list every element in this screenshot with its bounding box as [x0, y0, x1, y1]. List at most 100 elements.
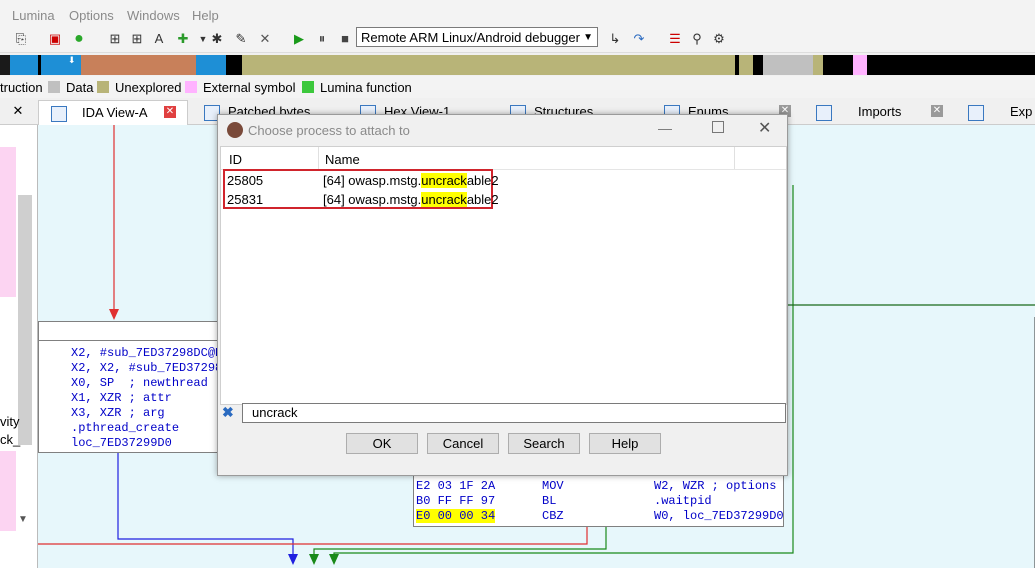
legend-swatch-unexplored [97, 81, 109, 93]
ok-button[interactable]: OK [346, 433, 418, 454]
code-icon[interactable]: ⊞ [106, 30, 124, 48]
tab-label: Imports [858, 104, 902, 119]
process-id: 25805 [227, 173, 264, 188]
legend-label-unexplored: Unexplored [115, 80, 182, 95]
position-indicator-icon: ⬇ [68, 55, 76, 65]
menu-lumina[interactable]: Lumina [12, 8, 55, 23]
filter-input[interactable]: uncrack [242, 403, 786, 423]
maximize-icon[interactable] [712, 121, 724, 133]
attach-icon[interactable]: ⎘ [12, 30, 30, 48]
cancel-button[interactable]: Cancel [427, 433, 499, 454]
dialog-title: Choose process to attach to [248, 123, 410, 138]
debugger-select[interactable]: Remote ARM Linux/Android debugger ▼ [356, 27, 598, 47]
code-operands: W0, loc_7ED37299D0 [654, 509, 784, 523]
process-name-match: uncrack [421, 192, 467, 207]
legend-label-lumina-function: Lumina function [320, 80, 412, 95]
legend-swatch-external-symbol [185, 81, 197, 93]
code-line: X2, X2, #sub_7ED37298 [71, 361, 222, 375]
step-over-icon[interactable]: ↷ [630, 30, 648, 48]
process-name-prefix: [64] owasp.mstg. [323, 192, 422, 207]
start-process-icon[interactable]: ▶ [290, 30, 308, 48]
list-header: ID Name [221, 147, 786, 170]
terminate-icon[interactable]: ■ [336, 30, 354, 48]
process-name: [64] owasp.mstg.uncrackable2 [323, 173, 499, 188]
close-icon[interactable]: ✕ [164, 106, 176, 118]
panel-close-icon[interactable]: ✕ [12, 104, 24, 117]
sidebar-text: ck_ [0, 432, 21, 447]
legend-swatch-data [48, 81, 60, 93]
filter-value: uncrack [252, 405, 298, 420]
code-line: X1, XZR ; attr [71, 391, 172, 405]
string-icon[interactable]: A [150, 30, 168, 48]
navigation-band[interactable]: ⬇ [0, 55, 1035, 75]
debugger-select-value: Remote ARM Linux/Android debugger [361, 30, 580, 45]
green-circle-icon[interactable]: ● [70, 30, 88, 48]
sidebar-highlight [0, 451, 16, 531]
tab-label: IDA View-A [82, 105, 148, 120]
code-line: X3, XZR ; arg [71, 406, 165, 420]
tracing-icon[interactable]: ⚲ [688, 30, 706, 48]
process-name-match: uncrack [421, 173, 467, 188]
code-mnemonic: BL [542, 494, 557, 508]
imports-icon [816, 104, 832, 121]
search-button[interactable]: Search [508, 433, 580, 454]
data-icon[interactable]: ⊞ [128, 30, 146, 48]
functions-sidebar: vity ck_ ▼ [0, 125, 38, 568]
legend-label-data: Data [66, 80, 94, 95]
process-name-prefix: [64] owasp.mstg. [323, 173, 422, 188]
code-bytes-highlighted: E0 00 00 34 [416, 509, 496, 523]
code-bytes: E2 03 1F 2A [416, 479, 496, 493]
column-header-name[interactable]: Name [325, 152, 360, 167]
legend-swatch-lumina-function [302, 81, 314, 93]
process-list[interactable]: ID Name 25805 [64] owasp.mstg.uncrackabl… [220, 146, 787, 405]
legend-label-instruction: truction [0, 80, 43, 95]
sidebar-scrollbar[interactable] [18, 195, 32, 445]
step-into-icon[interactable]: ↳ [606, 30, 624, 48]
legend: truction Data Unexplored External symbol… [0, 76, 1035, 98]
process-name: [64] owasp.mstg.uncrackable2 [323, 192, 499, 207]
code-operands: .waitpid [654, 494, 712, 508]
code-operands: W2, WZR ; options [654, 479, 777, 493]
process-id: 25831 [227, 192, 264, 207]
close-icon[interactable]: ✕ [931, 105, 943, 117]
process-name-suffix: able2 [466, 192, 499, 207]
menu-windows[interactable]: Windows [127, 8, 180, 23]
tab-ida-view-a[interactable]: IDA View-A ✕ [38, 100, 188, 125]
sidebar-highlight [0, 147, 16, 297]
menu-bar: Lumina Options Windows Help [0, 0, 1035, 30]
breakpoint-list-icon[interactable]: ☰ [666, 30, 684, 48]
pause-icon[interactable]: ⏸ [313, 30, 331, 48]
add-icon[interactable]: ✚ [174, 30, 192, 48]
close-icon[interactable]: ✕ [758, 118, 771, 138]
close-icon[interactable]: ✕ [256, 30, 274, 48]
scroll-down-icon[interactable]: ▼ [18, 514, 28, 525]
menu-help[interactable]: Help [192, 8, 219, 23]
legend-label-external-symbol: External symbol [203, 80, 296, 95]
ida-logo-icon [227, 122, 243, 138]
tab-label: Exp [1010, 104, 1033, 119]
code-line: X2, #sub_7ED37298DC@P [71, 346, 222, 360]
plugin-icon[interactable]: ✱ [208, 30, 226, 48]
sidebar-text: vity [0, 414, 20, 429]
code-block-header [39, 322, 221, 341]
tab-exports[interactable]: Exp [968, 100, 1032, 124]
minimize-icon[interactable]: — [658, 120, 672, 136]
list-item[interactable]: 25805 [64] owasp.mstg.uncrackable2 [227, 173, 499, 188]
trace-settings-icon[interactable]: ⚙ [710, 30, 728, 48]
code-mnemonic: MOV [542, 479, 564, 493]
stop-trace-icon[interactable]: ▣ [46, 30, 64, 48]
edit-icon[interactable]: ✎ [232, 30, 250, 48]
clear-filter-icon[interactable]: ✖ [222, 404, 234, 421]
tab-imports[interactable]: Imports [816, 100, 901, 124]
column-divider[interactable] [318, 147, 319, 169]
list-item[interactable]: 25831 [64] owasp.mstg.uncrackable2 [227, 192, 499, 207]
column-divider[interactable] [734, 147, 735, 169]
menu-options[interactable]: Options [69, 8, 114, 23]
code-block-left[interactable]: X2, #sub_7ED37298DC@P X2, X2, #sub_7ED37… [38, 321, 222, 453]
code-line: .pthread_create [71, 421, 180, 435]
column-header-id[interactable]: ID [229, 152, 242, 167]
code-mnemonic: CBZ [542, 509, 564, 523]
code-bytes: B0 FF FF 97 [416, 494, 496, 508]
help-button[interactable]: Help [589, 433, 661, 454]
attach-process-dialog: Choose process to attach to — ✕ ID Name … [217, 114, 788, 476]
